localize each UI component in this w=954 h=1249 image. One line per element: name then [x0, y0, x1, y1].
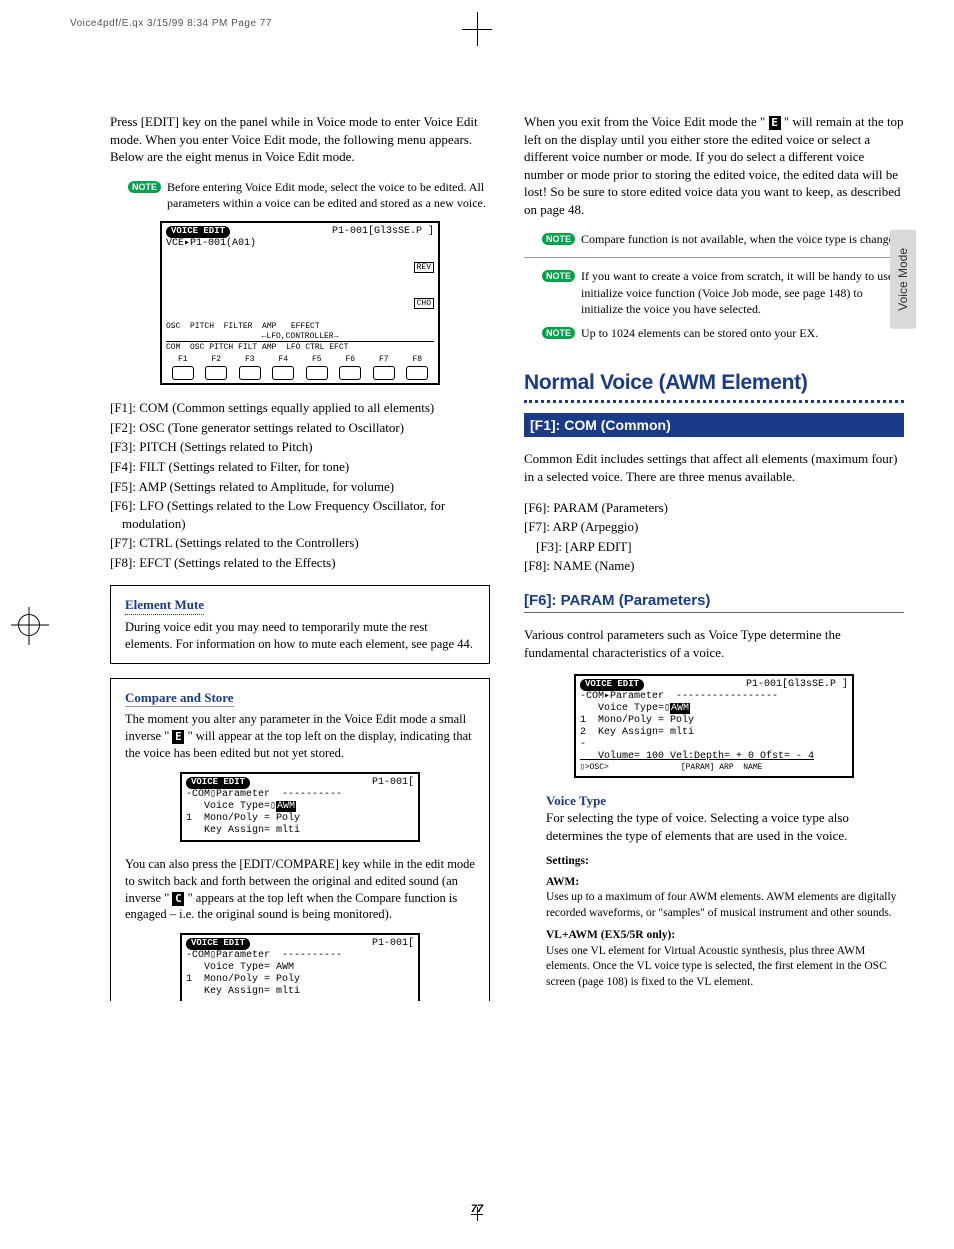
setting-vl-awm: VL+AWM (EX5/5R only): Uses one VL elemen… — [546, 928, 904, 990]
page-number: 77 — [471, 1203, 483, 1215]
note-badge-icon: NOTE — [542, 270, 575, 282]
left-column: Press [EDIT] key on the panel while in V… — [110, 100, 490, 1015]
lcd-softkey-row — [166, 366, 434, 380]
list-item: [F4]: FILT (Settings related to Filter, … — [110, 458, 490, 476]
list-item: [F5]: AMP (Settings related to Amplitude… — [110, 478, 490, 496]
crop-mark-top — [462, 12, 492, 30]
lcd-voice-edit-menu: VOICE EDIT P1-001[Gl3sSE.P ] VCE▸P1-001(… — [160, 221, 440, 385]
registration-mark-left — [18, 614, 40, 636]
note-2: NOTE Compare function is not available, … — [542, 231, 904, 247]
note-badge-icon: NOTE — [542, 233, 575, 245]
intro-paragraph: Press [EDIT] key on the panel while in V… — [110, 113, 490, 166]
settings-block: Settings: AWM: Uses up to a maximum of f… — [546, 854, 904, 990]
lcd-compare-edited: VOICE EDIT P1-001[ -COM▯Parameter ------… — [180, 772, 420, 842]
lcd-tag: VOICE EDIT — [166, 226, 230, 238]
heading-f6-param: [F6]: PARAM (Parameters) — [524, 591, 904, 613]
lcd-fkey-row: F1F2 F3F4 F5F6 F7F8 — [166, 355, 434, 365]
lcd-compare-original: VOICE EDIT P1-001[ -COM▯Parameter ------… — [180, 933, 420, 1001]
list-item: [F3]: PITCH (Settings related to Pitch) — [110, 438, 490, 456]
inverse-e-icon: E — [769, 116, 781, 130]
element-mute-box: Element Mute During voice edit you may n… — [110, 585, 490, 663]
note-3: NOTE If you want to create a voice from … — [542, 268, 904, 317]
inverse-c-icon: C — [172, 892, 184, 906]
settings-label: Settings: — [546, 854, 904, 870]
element-mute-title: Element Mute — [125, 596, 204, 615]
param-intro: Various control parameters such as Voice… — [524, 626, 904, 661]
lcd-param-screen: VOICE EDIT P1-001[Gl3sSE.P ] -COM▸Parame… — [574, 674, 854, 778]
list-item: [F7]: ARP (Arpeggio) — [524, 518, 904, 536]
dotted-rule — [524, 400, 904, 403]
list-item: [F8]: EFCT (Settings related to the Effe… — [110, 554, 490, 572]
list-item: [F6]: PARAM (Parameters) — [524, 499, 904, 517]
function-key-list: [F1]: COM (Common settings equally appli… — [110, 399, 490, 571]
exit-edit-paragraph: When you exit from the Voice Edit mode t… — [524, 113, 904, 218]
note-4: NOTE Up to 1024 elements can be stored o… — [542, 325, 904, 341]
list-item: [F2]: OSC (Tone generator settings relat… — [110, 419, 490, 437]
compare-store-box: Compare and Store The moment you alter a… — [110, 678, 490, 1002]
compare-store-title: Compare and Store — [125, 689, 234, 708]
note-1: NOTE Before entering Voice Edit mode, se… — [128, 179, 490, 211]
list-item: [F7]: CTRL (Settings related to the Cont… — [110, 534, 490, 552]
note-badge-icon: NOTE — [128, 181, 161, 193]
com-intro: Common Edit includes settings that affec… — [524, 450, 904, 485]
section-title-normal-voice: Normal Voice (AWM Element) — [524, 369, 904, 397]
note-badge-icon: NOTE — [542, 327, 575, 339]
print-header: Voice4pdf/E.qx 3/15/99 8:34 PM Page 77 — [70, 18, 272, 29]
list-item: [F1]: COM (Common settings equally appli… — [110, 399, 490, 417]
bar-heading-f1-com: [F1]: COM (Common) — [524, 413, 904, 438]
com-menu-list: [F6]: PARAM (Parameters) [F7]: ARP (Arpe… — [524, 499, 904, 575]
list-item: [F3]: [ARP EDIT] — [524, 538, 904, 556]
inverse-e-icon: E — [172, 730, 184, 744]
side-tab: Voice Mode — [890, 230, 916, 329]
right-column: When you exit from the Voice Edit mode t… — [524, 100, 904, 1015]
voice-type-title: Voice Type — [546, 792, 904, 810]
list-item: [F6]: LFO (Settings related to the Low F… — [110, 497, 490, 532]
setting-awm: AWM: Uses up to a maximum of four AWM el… — [546, 875, 904, 922]
voice-type-block: Voice Type For selecting the type of voi… — [546, 792, 904, 845]
list-item: [F8]: NAME (Name) — [524, 557, 904, 575]
